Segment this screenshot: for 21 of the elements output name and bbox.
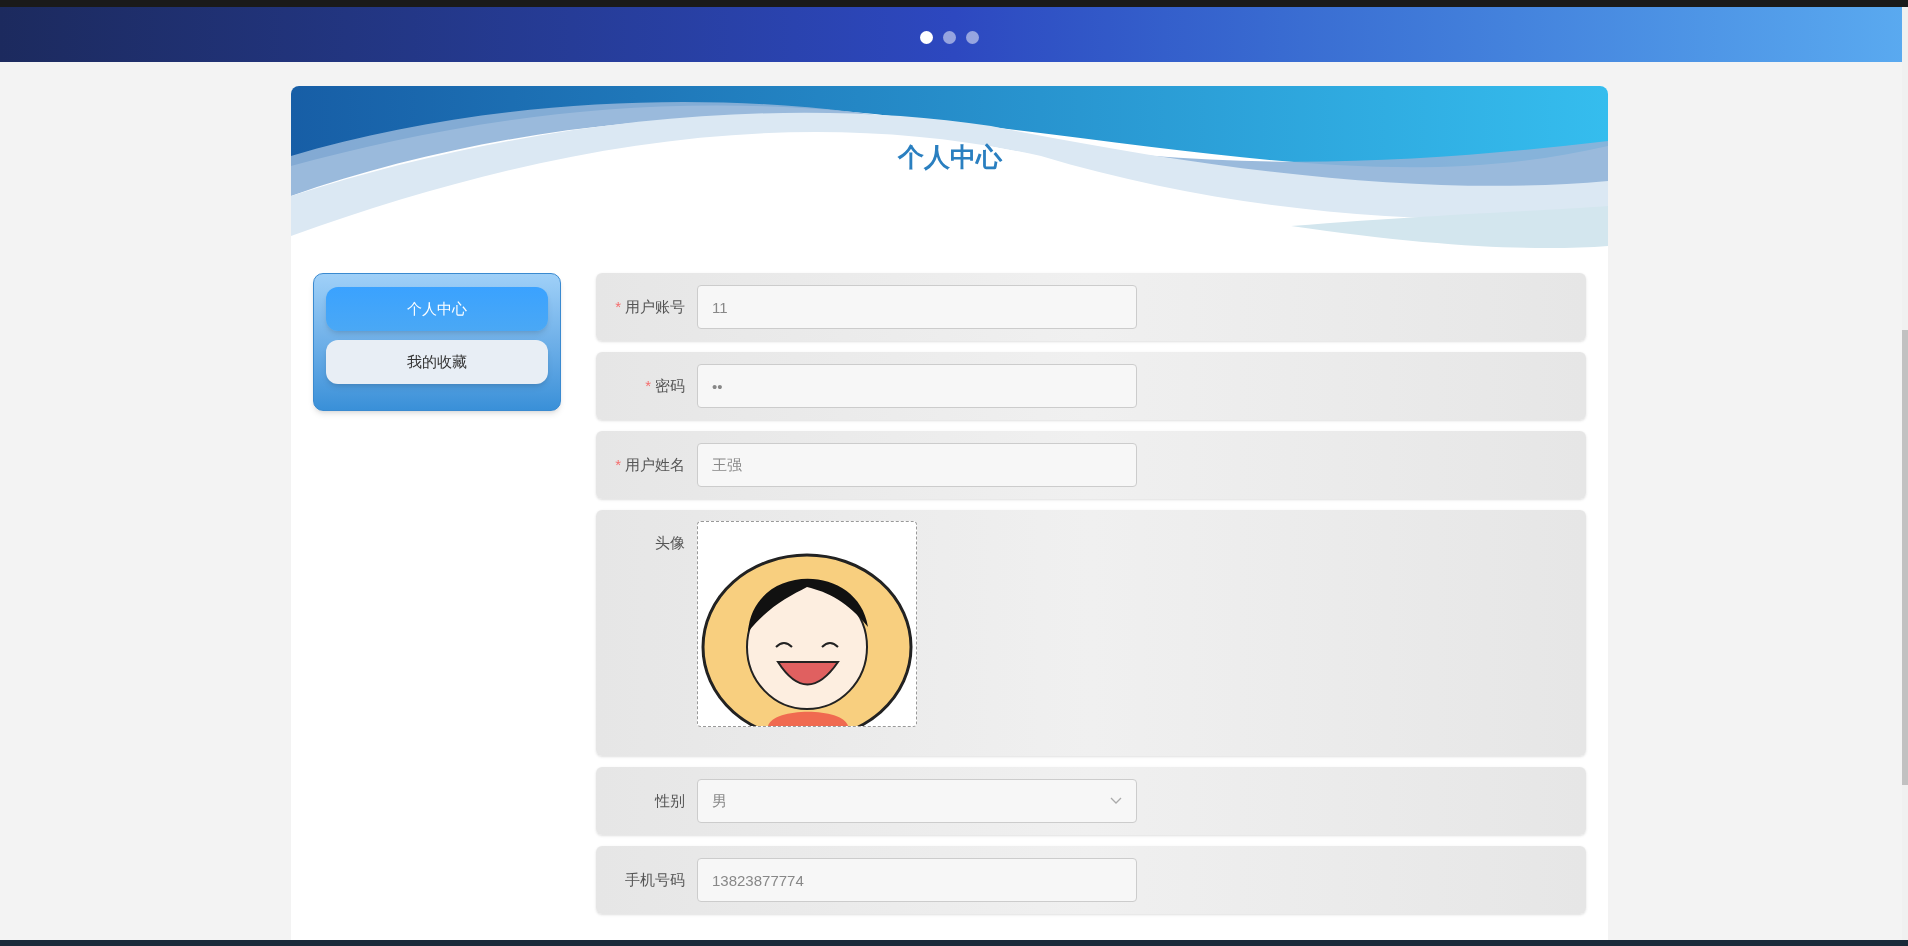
input-field[interactable]: •• bbox=[697, 364, 1137, 408]
required-mark: * bbox=[615, 296, 621, 317]
scrollbar-thumb[interactable] bbox=[1902, 330, 1908, 785]
select-value: 男 bbox=[712, 790, 727, 811]
field-label: 性别 bbox=[655, 790, 685, 811]
required-mark: * bbox=[645, 375, 651, 396]
input-field[interactable]: 11 bbox=[697, 285, 1137, 329]
field-label: 用户姓名 bbox=[625, 454, 685, 475]
select-field[interactable]: 男 bbox=[697, 779, 1137, 823]
field-label: 用户账号 bbox=[625, 296, 685, 317]
input-field[interactable]: 王强 bbox=[697, 443, 1137, 487]
field-label: 手机号码 bbox=[625, 869, 685, 890]
chevron-down-icon bbox=[1110, 797, 1122, 805]
field-label: 头像 bbox=[655, 532, 685, 553]
sidebar-item[interactable]: 个人中心 bbox=[326, 287, 548, 331]
input-field[interactable]: 13823877774 bbox=[697, 858, 1137, 902]
page-title: 个人中心 bbox=[896, 141, 1004, 174]
required-mark: * bbox=[615, 454, 621, 475]
avatar-upload[interactable] bbox=[697, 521, 917, 727]
field-label: 密码 bbox=[655, 375, 685, 396]
sidebar-item[interactable]: 我的收藏 bbox=[326, 340, 548, 384]
